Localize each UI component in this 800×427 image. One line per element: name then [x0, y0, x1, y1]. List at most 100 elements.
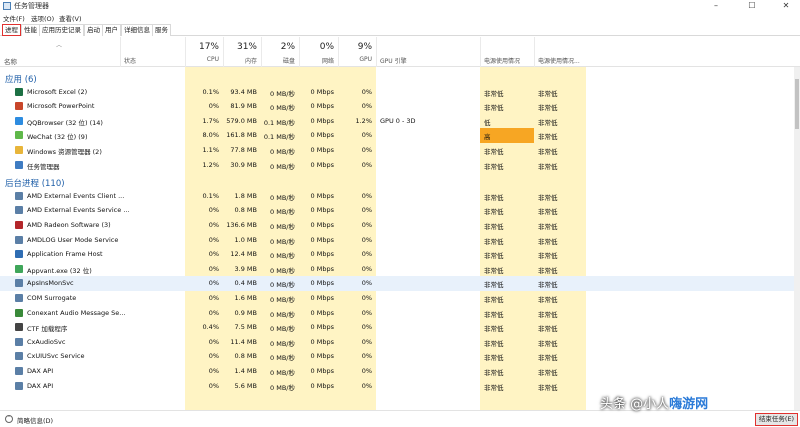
- power-trend-value: 非常低: [538, 281, 558, 290]
- process-name: Appvant.exe (32 位): [27, 266, 92, 275]
- vertical-scrollbar[interactable]: [794, 67, 800, 410]
- power-usage-cell: 非常低: [480, 320, 534, 335]
- memory-value: 0.8 MB: [234, 206, 257, 215]
- table-row[interactable]: ApsInsMonSvc 0% 0.4 MB 0 MB/秒 0 Mbps 0% 非常低 非常低: [0, 276, 795, 291]
- close-button[interactable]: ✕: [774, 0, 798, 12]
- tab-details[interactable]: 详细信息: [121, 24, 153, 36]
- table-row[interactable]: Conexant Audio Message Se... 0% 0.9 MB 0 MB…: [0, 306, 795, 321]
- table-row[interactable]: Appvant.exe (32 位) 0% 3.9 MB 0 MB/秒 0 Mbps 0%…: [0, 262, 795, 277]
- column-name[interactable]: 名称: [4, 56, 17, 66]
- cpu-total: 17%: [198, 42, 219, 52]
- power-usage-cell: 非常低: [480, 349, 534, 364]
- maximize-button[interactable]: ☐: [740, 0, 764, 12]
- table-row[interactable]: WeChat (32 位) (9) 8.0% 161.8 MB 0.1 MB/秒 0 M…: [0, 128, 795, 143]
- chevron-up-icon[interactable]: ˄: [5, 415, 13, 423]
- table-row[interactable]: COM Surrogate 0% 1.6 MB 0 MB/秒 0 Mbps 0% 非常低 非常…: [0, 291, 795, 306]
- column-status-cell[interactable]: 状态: [120, 37, 185, 67]
- power-usage-cell: 非常低: [480, 379, 534, 394]
- memory-value: 161.8 MB: [226, 131, 257, 140]
- power-trend-value: 非常低: [538, 223, 558, 231]
- memory-value: 11.4 MB: [230, 337, 257, 346]
- table-row[interactable]: QQBrowser (32 位) (14) 1.7% 579.0 MB 0.1 MB/…: [0, 114, 795, 129]
- window-title: 任务管理器: [14, 2, 49, 10]
- menu-file[interactable]: 文件(F): [3, 13, 25, 23]
- table-row[interactable]: 任务管理器 1.2% 30.9 MB 0 MB/秒 0 Mbps 0% 非常低 非常低: [0, 158, 795, 173]
- group-background-label: 后台进程 (110): [5, 179, 65, 190]
- column-gpu[interactable]: 9% GPU: [338, 37, 376, 67]
- column-memory[interactable]: 31% 内存: [223, 37, 261, 67]
- column-gpu-engine-cell[interactable]: GPU 引擎: [376, 37, 480, 67]
- gpu-value: 0%: [361, 294, 372, 302]
- minimize-button[interactable]: –: [704, 0, 728, 12]
- process-name: WeChat (32 位) (9): [27, 133, 88, 142]
- table-row[interactable]: DAX API 0% 5.6 MB 0 MB/秒 0 Mbps 0% 非常低 非常低: [0, 379, 795, 394]
- network-value: 0 Mbps: [310, 87, 334, 96]
- table-row[interactable]: AMD External Events Service ... 0% 0.8 MB 0…: [0, 203, 795, 218]
- group-background[interactable]: 后台进程 (110): [0, 174, 795, 189]
- process-name: COM Surrogate: [27, 294, 77, 302]
- column-disk[interactable]: 2% 磁盘: [261, 37, 299, 67]
- memory-value: 579.0 MB: [226, 116, 257, 125]
- tab-performance[interactable]: 性能: [21, 24, 40, 36]
- power-usage-cell: 非常低: [480, 291, 534, 306]
- table-row[interactable]: DAX API 0% 1.4 MB 0 MB/秒 0 Mbps 0% 非常低 非常低: [0, 364, 795, 379]
- power-usage-value: 低: [484, 118, 491, 127]
- amd-radeon-icon: [15, 221, 23, 229]
- service-icon: [15, 367, 23, 375]
- column-power-trend-cell[interactable]: 电源使用情况...: [534, 37, 586, 67]
- app-frame-icon: [15, 250, 23, 259]
- sort-up-icon: ︿: [56, 42, 63, 49]
- column-power-cell[interactable]: 电源使用情况: [480, 37, 534, 67]
- memory-value: 0.8 MB: [234, 352, 257, 361]
- power-usage-cell: 高: [480, 128, 534, 143]
- gpu-value: 0%: [361, 191, 372, 200]
- table-row[interactable]: CxAudioSvc 0% 11.4 MB 0 MB/秒 0 Mbps 0% 非常低 非常低: [0, 335, 795, 350]
- power-trend-value: 非常低: [538, 339, 558, 348]
- power-usage-value: 非常低: [484, 148, 504, 156]
- cpu-value: 0.1%: [202, 87, 219, 96]
- column-cpu[interactable]: 17% CPU: [185, 37, 223, 67]
- table-row[interactable]: Application Frame Host 0% 12.4 MB 0 MB/秒 0 M…: [0, 247, 795, 262]
- menu-view[interactable]: 查看(V): [59, 13, 82, 23]
- table-row[interactable]: AMD External Events Client ... 0.1% 1.8 MB…: [0, 189, 795, 204]
- footer: ˄ 简略信息(D) 结束任务(E): [0, 410, 800, 427]
- network-value: 0 Mbps: [310, 367, 334, 375]
- group-apps[interactable]: 应用 (6): [0, 70, 795, 85]
- process-name: 任务管理器: [27, 162, 60, 171]
- tab-processes[interactable]: 进程: [2, 24, 21, 36]
- column-network[interactable]: 0% 网络: [299, 37, 338, 67]
- power-usage-cell: 非常低: [480, 85, 534, 100]
- table-row[interactable]: AMD Radeon Software (3) 0% 136.6 MB 0 MB/秒 0…: [0, 218, 795, 233]
- memory-label: 内存: [244, 58, 257, 65]
- tab-users[interactable]: 用户: [102, 24, 121, 36]
- network-value: 0 Mbps: [310, 221, 334, 229]
- table-row[interactable]: CTF 加载程序 0.4% 7.5 MB 0 MB/秒 0 Mbps 0% 非常低 非常低: [0, 320, 795, 335]
- network-value: 0 Mbps: [310, 146, 334, 154]
- tab-services[interactable]: 服务: [152, 24, 171, 36]
- scrollbar-thumb[interactable]: [795, 79, 799, 129]
- tab-startup[interactable]: 启动: [84, 24, 103, 36]
- table-row[interactable]: Windows 资源管理器 (2) 1.1% 77.8 MB 0 MB/秒 0 Mbps…: [0, 143, 795, 158]
- memory-value: 1.0 MB: [234, 235, 257, 244]
- end-task-button[interactable]: 结束任务(E): [755, 413, 798, 426]
- gpu-value: 0%: [361, 264, 372, 273]
- table-row[interactable]: AMDLOG User Mode Service 0% 1.0 MB 0 MB/秒 0 …: [0, 233, 795, 248]
- cpu-value: 0%: [208, 308, 219, 317]
- group-apps-label: 应用 (6): [5, 75, 37, 85]
- fewer-details-link[interactable]: 简略信息(D): [17, 415, 53, 425]
- power-usage-value: 非常低: [484, 252, 504, 261]
- wechat-icon: [15, 131, 23, 140]
- gpu-value: 0%: [361, 235, 372, 244]
- disk-value: 0 MB/秒: [270, 208, 295, 217]
- menu-options[interactable]: 选项(O): [31, 13, 54, 23]
- table-row[interactable]: Microsoft PowerPoint 0% 81.9 MB 0 MB/秒 0 Mbp…: [0, 99, 795, 114]
- process-name: Microsoft PowerPoint: [27, 102, 95, 111]
- power-usage-value: 非常低: [484, 266, 504, 275]
- table-row[interactable]: CxUIUSvc Service 0% 0.8 MB 0 MB/秒 0 Mbps 0% 非常…: [0, 349, 795, 364]
- table-row[interactable]: Microsoft Excel (2) 0.1% 93.4 MB 0 MB/秒 0 Mb…: [0, 85, 795, 100]
- disk-value: 0 MB/秒: [270, 148, 295, 156]
- tab-app-history[interactable]: 应用历史记录: [39, 24, 84, 36]
- cpu-value: 0%: [208, 352, 219, 361]
- network-value: 0 Mbps: [310, 131, 334, 140]
- process-name: Windows 资源管理器 (2): [27, 148, 102, 156]
